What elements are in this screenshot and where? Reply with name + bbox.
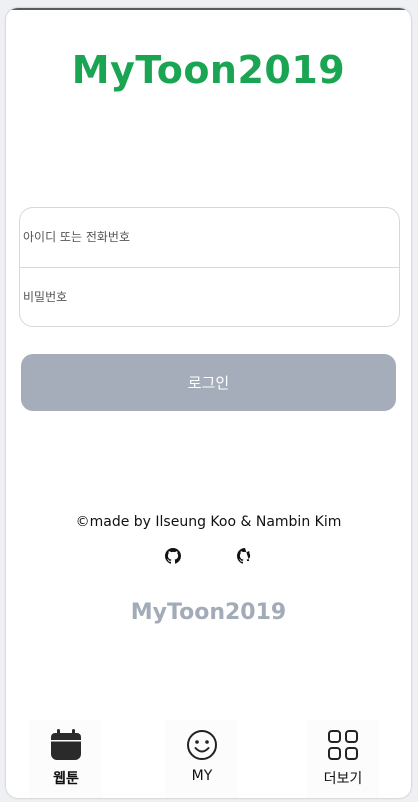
- tab-more[interactable]: 더보기: [307, 720, 379, 798]
- footer-logo: MyToon2019: [130, 600, 287, 625]
- app-logo: MyToon2019: [71, 48, 346, 92]
- top-border: [6, 8, 411, 10]
- app-card: MyToon2019 로그인 ©made by Ilseung Koo & Na…: [6, 8, 411, 798]
- tab-label: MY: [191, 768, 213, 784]
- password-input[interactable]: [20, 268, 399, 326]
- login-form: [19, 207, 400, 327]
- id-input[interactable]: [20, 208, 399, 266]
- tab-label: 더보기: [323, 771, 363, 787]
- tab-my[interactable]: MY: [166, 720, 238, 798]
- smiley-icon: [185, 728, 219, 762]
- grid-icon: [326, 728, 360, 762]
- calendar-icon: [49, 728, 83, 762]
- tab-label: 웹툰: [53, 771, 79, 787]
- login-button[interactable]: 로그인: [21, 354, 396, 411]
- github-icon[interactable]: [165, 548, 181, 564]
- github-icon[interactable]: [237, 548, 253, 564]
- tab-webtoon[interactable]: 웹툰: [30, 720, 102, 798]
- credit-text: ©made by Ilseung Koo & Nambin Kim: [75, 514, 342, 530]
